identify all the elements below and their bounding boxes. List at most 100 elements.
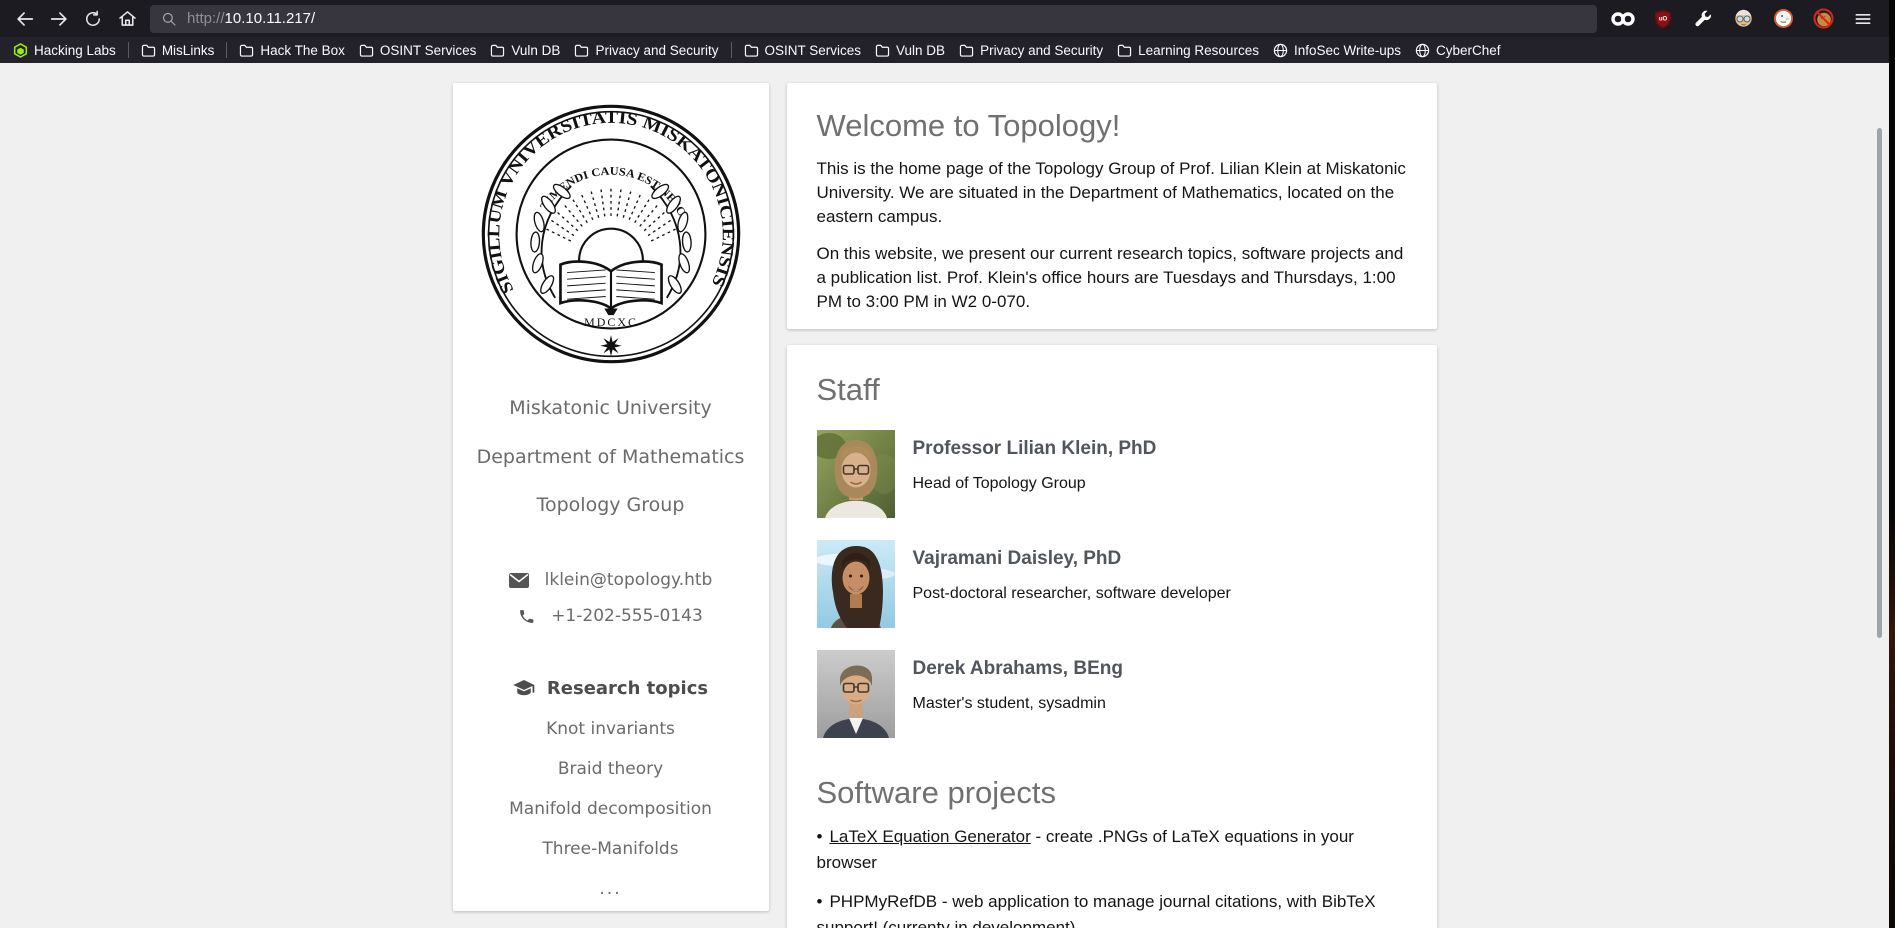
bookmark-label: Learning Resources [1138,43,1259,58]
globe-icon [1415,43,1430,58]
browser-toolbar: http://10.10.11.217/ uO [0,0,1889,37]
group-name: Topology Group [473,494,749,516]
staff-role: Master's student, sysadmin [913,695,1123,713]
welcome-card: Welcome to Topology! This is the home pa… [787,83,1437,329]
university-seal: SIGILLUM VNIVERSITATIS MISKATONICIENSIS … [478,101,744,367]
desktop-edge-strip [1889,0,1895,928]
staff-info: Derek Abrahams, BEng Master's student, s… [913,650,1123,738]
menu-button[interactable] [1847,4,1879,34]
software-item-latex: •LaTeX Equation Generator - create .PNGs… [817,824,1407,876]
folder-icon [744,44,759,57]
page-scrollbar-thumb[interactable] [1877,128,1882,638]
page-content: SIGILLUM VNIVERSITATIS MISKATONICIENSIS … [453,83,1437,928]
photo-lilian-klein [817,430,895,518]
bookmarks-separator [731,42,732,58]
bookmarks-separator [128,42,129,58]
sidebar-card: SIGILLUM VNIVERSITATIS MISKATONICIENSIS … [453,83,769,911]
bookmark-folder-privacy-security-1[interactable]: Privacy and Security [567,39,725,61]
user-agent-switcher-button[interactable] [1727,4,1759,34]
url-host: 10.10.11.217/ [225,10,316,27]
cookie-blocker-button[interactable] [1807,4,1839,34]
bookmark-infosec-writeups[interactable]: InfoSec Write-ups [1266,39,1408,61]
bookmark-hacking-labs[interactable]: Hacking Labs [6,39,123,61]
staff-title: Staff [817,371,1407,408]
welcome-paragraph-2: On this website, we present our current … [817,242,1407,314]
bookmark-folder-vuln-db-2[interactable]: Vuln DB [868,39,952,61]
folder-icon [239,44,254,57]
research-topic: Manifold decomposition [473,799,749,819]
research-topic: Knot invariants [473,719,749,739]
phone-text: +1-202-555-0143 [551,606,703,626]
cookie-blocker-icon [1813,8,1834,29]
photo-derek-abrahams [817,650,895,738]
research-topic-more: ... [473,879,749,899]
bookmark-folder-osint-services-2[interactable]: OSINT Services [737,39,869,61]
back-button[interactable] [8,4,42,34]
staff-role: Head of Topology Group [913,475,1157,493]
phone-row: +1-202-555-0143 [473,606,749,626]
bookmark-folder-hack-the-box[interactable]: Hack The Box [232,39,352,61]
bookmark-label: Privacy and Security [980,43,1103,58]
software-item-phpmyrefdb: •PHPMyRefDB - web application to manage … [817,889,1407,928]
university-name: Miskatonic University [473,397,749,419]
bookmark-folder-osint-services-1[interactable]: OSINT Services [352,39,484,61]
bookmark-folder-privacy-security-2[interactable]: Privacy and Security [952,39,1110,61]
bookmark-label: Vuln DB [896,43,945,58]
foxyproxy-infinity-icon [1610,11,1636,27]
wappalyzer-wrench-icon [1693,9,1713,29]
ublock-origin-button[interactable]: uO [1647,4,1679,34]
folder-icon [359,44,374,57]
bullet: • [817,892,823,911]
bookmark-folder-mislinks[interactable]: MisLinks [134,39,222,61]
contact-block: lklein@topology.htb +1-202-555-0143 [473,570,749,626]
photo-vajramani-daisley [817,540,895,628]
forward-button[interactable] [42,4,76,34]
staff-name: Vajramani Daisley, PhD [913,548,1231,570]
staff-name: Professor Lilian Klein, PhD [913,438,1157,460]
seal-year: MDCXC [584,315,638,329]
bookmark-label: OSINT Services [380,43,477,58]
browser-chrome: http://10.10.11.217/ uO [0,0,1889,63]
folder-icon [141,44,156,57]
foxyproxy-button[interactable] [1607,4,1639,34]
welcome-title: Welcome to Topology! [817,107,1407,144]
duckduckgo-button[interactable] [1767,4,1799,34]
bookmark-folder-vuln-db-1[interactable]: Vuln DB [483,39,567,61]
bookmark-label: MisLinks [162,43,215,58]
email-text: lklein@topology.htb [545,570,713,590]
reload-button[interactable] [76,4,110,34]
bookmark-cyberchef[interactable]: CyberChef [1408,39,1508,61]
main-column: Welcome to Topology! This is the home pa… [787,83,1437,928]
globe-icon [1273,43,1288,58]
ublock-origin-icon: uO [1653,9,1673,29]
phone-icon [518,608,535,625]
duckduckgo-icon [1773,8,1794,29]
seal-star [600,335,621,356]
bookmark-label: InfoSec Write-ups [1294,43,1401,58]
url-bar[interactable]: http://10.10.11.217/ [150,5,1597,33]
welcome-paragraph-1: This is the home page of the Topology Gr… [817,157,1407,229]
bookmark-folder-learning-resources[interactable]: Learning Resources [1110,39,1266,61]
user-agent-switcher-icon [1733,8,1754,29]
folder-icon [959,44,974,57]
department-name: Department of Mathematics [473,446,749,468]
bookmark-label: CyberChef [1436,43,1501,58]
web-page: SIGILLUM VNIVERSITATIS MISKATONICIENSIS … [0,63,1889,928]
folder-icon [574,44,589,57]
research-topics-title: Research topics [547,678,708,699]
graduation-cap-icon [513,680,535,698]
wappalyzer-button[interactable] [1687,4,1719,34]
staff-row-daisley: Vajramani Daisley, PhD Post-doctoral res… [817,540,1407,628]
reload-icon [83,9,103,29]
staff-name: Derek Abrahams, BEng [913,658,1123,680]
home-button[interactable] [110,4,144,34]
bookmark-label: Vuln DB [511,43,560,58]
latex-equation-generator-link[interactable]: LaTeX Equation Generator [829,827,1030,846]
bookmarks-bar: Hacking Labs MisLinks Hack The Box OSINT… [0,37,1889,63]
research-topic: Braid theory [473,759,749,779]
email-row: lklein@topology.htb [473,570,749,590]
research-topics-header: Research topics [473,678,749,699]
back-icon [14,8,36,30]
software-projects-title: Software projects [817,774,1407,811]
url-scheme: http:// [187,10,225,27]
